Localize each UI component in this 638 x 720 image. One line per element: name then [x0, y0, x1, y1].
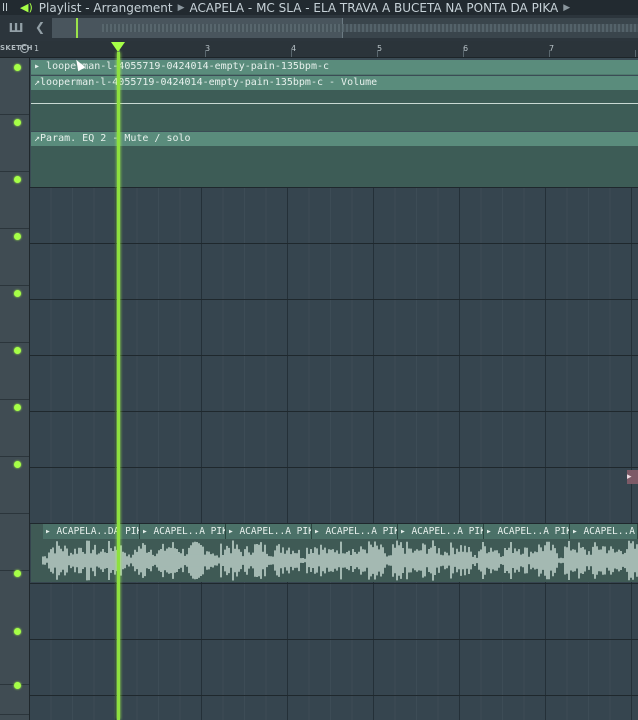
- track-enable-led[interactable]: [14, 628, 21, 635]
- audio-clip-segment[interactable]: ▸ ACAPEL..A PIKA: [398, 524, 484, 539]
- track-header[interactable]: [0, 229, 29, 286]
- track-header[interactable]: [0, 400, 29, 457]
- title-bar: ll ◀) Playlist - Arrangement ▶ ACAPELA -…: [0, 0, 638, 15]
- track-enable-led[interactable]: [14, 682, 21, 689]
- ruler-tick: [377, 50, 378, 57]
- track-enable-led[interactable]: [14, 347, 21, 354]
- overview-waveform: [102, 24, 638, 32]
- track-header[interactable]: [0, 115, 29, 172]
- ruler-tick: [635, 50, 636, 57]
- track-enable-led[interactable]: [14, 290, 21, 297]
- arrangement-overview[interactable]: [52, 18, 638, 38]
- time-ruler[interactable]: SKETCH 1 3 4 5 6 7: [0, 41, 638, 58]
- chevron-right-icon: ▶: [177, 2, 185, 13]
- track-divider: [30, 467, 638, 468]
- audio-clip-segment[interactable]: ▸ ACAPEL..A PIKA: [312, 524, 398, 539]
- sketch-toggle-icon[interactable]: [20, 44, 29, 53]
- track-header[interactable]: [0, 343, 29, 400]
- track-divider: [30, 187, 638, 188]
- audio-clip-segment[interactable]: ▸ ACAPELA..DA PIKA: [43, 524, 140, 539]
- automation-curve[interactable]: [31, 103, 638, 104]
- clip-name: looperman-l-4055719-0424014-empty-pain-1…: [46, 61, 330, 72]
- clip-body: [31, 146, 638, 187]
- track-header[interactable]: [0, 172, 29, 229]
- track-header-column: [0, 58, 30, 720]
- scroll-left-icon[interactable]: ❮: [35, 20, 45, 34]
- track-header[interactable]: [0, 286, 29, 343]
- audio-clip-segment[interactable]: ▸ ACAPEL..A PIKA: [570, 524, 638, 539]
- track-divider: [30, 355, 638, 356]
- segment-label: ACAPEL..A PIKA: [583, 526, 637, 537]
- bar-number: 1: [34, 44, 40, 53]
- speaker-icon[interactable]: ◀): [20, 1, 33, 14]
- left-title-glyph: ll: [2, 1, 9, 14]
- playhead-marker[interactable]: [111, 42, 125, 52]
- track-header[interactable]: [0, 514, 29, 577]
- clip-header[interactable]: ▸ looperman-l-4055719-0424014-empty-pain…: [31, 60, 638, 74]
- track-divider: [30, 639, 638, 640]
- track-enable-led[interactable]: [14, 461, 21, 468]
- window-title: Playlist: [38, 0, 82, 15]
- segment-label: ACAPEL..A PIKA: [411, 526, 484, 537]
- track-enable-led[interactable]: [14, 64, 21, 71]
- clip-name: Param. EQ 2 - Mute / solo: [40, 133, 191, 144]
- chevron-right-icon[interactable]: ▶: [563, 3, 570, 13]
- track-enable-led[interactable]: [14, 570, 21, 577]
- track-header[interactable]: [0, 658, 29, 715]
- segment-label: ACAPEL..A PIKA: [239, 526, 312, 537]
- snap-icon[interactable]: Ш: [6, 21, 26, 35]
- audio-clip-segment[interactable]: ▸ ACAPEL..A PIKA: [484, 524, 570, 539]
- clip-body: [31, 90, 638, 131]
- audio-clip-segment[interactable]: ▸ ACAPEL..A PIKA: [226, 524, 312, 539]
- segment-label: ACAPELA..DA PIKA: [56, 526, 140, 537]
- clip-header[interactable]: ↗Param. EQ 2 - Mute / solo: [31, 132, 638, 146]
- project-name: ACAPELA - MC SLA - ELA TRAVA A BUCETA NA…: [189, 0, 559, 15]
- track-divider: [30, 583, 638, 584]
- track-divider: [30, 243, 638, 244]
- ruler-tick: [463, 50, 464, 57]
- acapela-audio-track[interactable]: ▸ ACAPELA..DA PIKA ▸ ACAPEL..A PIKA ▸ AC…: [31, 524, 638, 582]
- eq-automation-clip[interactable]: ↗Param. EQ 2 - Mute / solo: [31, 132, 638, 187]
- ruler-tick: [205, 50, 206, 57]
- segment-label: ACAPEL..A PIKA: [153, 526, 226, 537]
- view-name: Arrangement: [93, 0, 173, 15]
- segment-label: ACAPEL..A PIKA: [325, 526, 398, 537]
- audio-clip-segment[interactable]: ▸ ACAPEL..A PIKA: [140, 524, 226, 539]
- audio-waveform: [42, 540, 638, 581]
- track-divider: [30, 299, 638, 300]
- track-divider: [30, 411, 638, 412]
- title-separator: -: [81, 0, 94, 15]
- overview-playhead: [76, 18, 78, 38]
- clip-name: looperman-l-4055719-0424014-empty-pain-1…: [40, 77, 378, 88]
- segment-label: ACAPEL..A PIKA: [497, 526, 570, 537]
- track-enable-led[interactable]: [14, 119, 21, 126]
- audio-clip[interactable]: ▸ looperman-l-4055719-0424014-empty-pain…: [31, 60, 638, 75]
- track-header[interactable]: [0, 457, 29, 514]
- track-enable-led[interactable]: [14, 176, 21, 183]
- ruler-tick: [291, 50, 292, 57]
- track-header[interactable]: [0, 58, 29, 115]
- ruler-tick: [549, 50, 550, 57]
- playhead-line[interactable]: [117, 52, 120, 720]
- track-divider: [30, 695, 638, 696]
- track-enable-led[interactable]: [14, 233, 21, 240]
- partial-clip[interactable]: ▸: [627, 470, 638, 484]
- track-enable-led[interactable]: [14, 404, 21, 411]
- waveform-path: [42, 540, 638, 581]
- clip-header[interactable]: ↗looperman-l-4055719-0424014-empty-pain-…: [31, 76, 638, 90]
